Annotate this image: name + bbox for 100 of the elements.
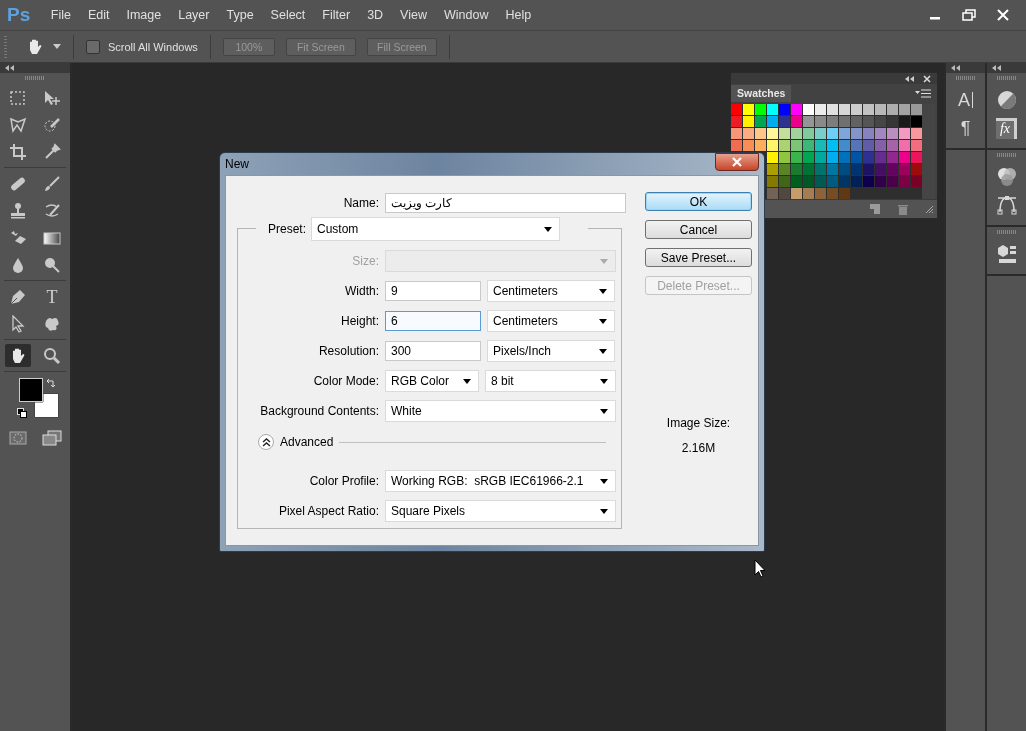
menu-item[interactable]: Image <box>117 8 170 22</box>
paragraph-panel-icon[interactable]: ¶ <box>960 117 971 139</box>
color-swatch[interactable] <box>755 116 766 127</box>
color-swatch[interactable] <box>755 128 766 139</box>
channels-icon[interactable] <box>995 166 1018 188</box>
color-swatch[interactable] <box>791 188 802 199</box>
color-swatch[interactable] <box>779 176 790 187</box>
dropdown[interactable]: White <box>385 400 616 422</box>
color-swatch[interactable] <box>851 152 862 163</box>
color-swatch[interactable] <box>791 104 802 115</box>
color-swatch[interactable] <box>731 128 742 139</box>
menu-item[interactable]: View <box>391 8 436 22</box>
preset-dropdown[interactable]: Custom <box>311 217 560 241</box>
color-swatch[interactable] <box>911 164 922 175</box>
dropdown[interactable]: Square Pixels <box>385 500 616 522</box>
color-swatch[interactable] <box>791 116 802 127</box>
color-swatch[interactable] <box>851 128 862 139</box>
color-swatch[interactable] <box>911 104 922 115</box>
color-swatch[interactable] <box>827 104 838 115</box>
collapse-icon[interactable] <box>905 75 915 82</box>
unit-dropdown[interactable]: Centimeters <box>487 280 615 302</box>
color-swatch[interactable] <box>851 176 862 187</box>
name-field[interactable]: کارت ویزیت <box>385 193 626 213</box>
adjustments-icon[interactable] <box>995 89 1018 111</box>
color-swatch[interactable] <box>875 140 886 151</box>
color-swatch[interactable] <box>887 140 898 151</box>
color-swatch[interactable] <box>839 104 850 115</box>
color-swatch[interactable] <box>731 140 742 151</box>
color-swatch[interactable] <box>803 128 814 139</box>
color-swatch[interactable] <box>899 104 910 115</box>
color-swatch[interactable] <box>911 128 922 139</box>
menu-item[interactable]: Edit <box>79 8 118 22</box>
color-swatch[interactable] <box>863 128 874 139</box>
color-swatch[interactable] <box>839 188 850 199</box>
color-swatch[interactable] <box>875 128 886 139</box>
collapse-icon[interactable] <box>5 65 15 71</box>
number-field[interactable]: 300 <box>385 341 481 361</box>
color-swatch[interactable] <box>863 176 874 187</box>
color-swatch[interactable] <box>839 176 850 187</box>
bezier-path-icon[interactable] <box>995 194 1018 216</box>
color-swatch[interactable] <box>815 116 826 127</box>
color-swatch[interactable] <box>755 104 766 115</box>
color-swatch[interactable] <box>803 176 814 187</box>
menu-item[interactable]: Layer <box>169 8 218 22</box>
color-swatch[interactable] <box>815 152 826 163</box>
screen-mode-icon[interactable] <box>42 430 62 446</box>
color-swatch[interactable] <box>863 140 874 151</box>
tool-button[interactable]: T <box>39 285 65 308</box>
menu-item[interactable]: Type <box>218 8 263 22</box>
collapse-icon[interactable] <box>992 65 1002 71</box>
resize-grip-icon[interactable] <box>925 204 934 214</box>
swap-arrows-icon[interactable] <box>46 378 56 388</box>
menu-item[interactable]: Select <box>262 8 314 22</box>
properties-icon[interactable] <box>995 243 1018 265</box>
color-swatch[interactable] <box>767 128 778 139</box>
color-swatch[interactable] <box>803 116 814 127</box>
color-swatch[interactable] <box>899 176 910 187</box>
color-swatch[interactable] <box>767 164 778 175</box>
color-swatch[interactable] <box>911 140 922 151</box>
color-swatch[interactable] <box>791 164 802 175</box>
color-swatch[interactable] <box>875 116 886 127</box>
styles-icon[interactable]: fx <box>995 117 1018 139</box>
restore-icon[interactable] <box>962 9 976 21</box>
color-swatch[interactable] <box>779 128 790 139</box>
color-swatch[interactable] <box>779 152 790 163</box>
color-swatch[interactable] <box>767 116 778 127</box>
color-swatch[interactable] <box>899 140 910 151</box>
color-swatch[interactable] <box>911 176 922 187</box>
color-swatch[interactable] <box>755 140 766 151</box>
color-swatch[interactable] <box>815 176 826 187</box>
color-swatch[interactable] <box>899 152 910 163</box>
panel-menu-icon[interactable] <box>915 89 931 98</box>
color-swatch[interactable] <box>827 140 838 151</box>
color-swatch[interactable] <box>731 104 742 115</box>
color-swatch[interactable] <box>875 152 886 163</box>
panel-tab[interactable]: Swatches <box>731 85 792 102</box>
color-swatch[interactable] <box>743 104 754 115</box>
color-swatch[interactable] <box>731 116 742 127</box>
color-swatch[interactable] <box>779 164 790 175</box>
collapse-icon[interactable] <box>951 65 961 71</box>
quick-mask-icon[interactable] <box>9 431 27 445</box>
color-swatch[interactable] <box>743 140 754 151</box>
color-swatch[interactable] <box>851 104 862 115</box>
color-swatch[interactable] <box>911 116 922 127</box>
menu-item[interactable]: Filter <box>313 8 359 22</box>
number-field[interactable]: 6 <box>385 311 481 331</box>
color-swatch[interactable] <box>899 128 910 139</box>
color-swatch[interactable] <box>827 128 838 139</box>
color-swatch[interactable] <box>827 188 838 199</box>
menu-item[interactable]: File <box>42 8 80 22</box>
color-swatch[interactable] <box>863 164 874 175</box>
color-swatch[interactable] <box>863 116 874 127</box>
dropdown[interactable]: RGB Color <box>385 370 479 392</box>
color-swatch[interactable] <box>803 152 814 163</box>
color-swatch[interactable] <box>887 164 898 175</box>
color-swatch[interactable] <box>827 176 838 187</box>
close-button[interactable] <box>715 153 759 171</box>
expand-toggle[interactable] <box>258 434 274 450</box>
color-swatch[interactable] <box>887 152 898 163</box>
color-swatch[interactable] <box>899 116 910 127</box>
